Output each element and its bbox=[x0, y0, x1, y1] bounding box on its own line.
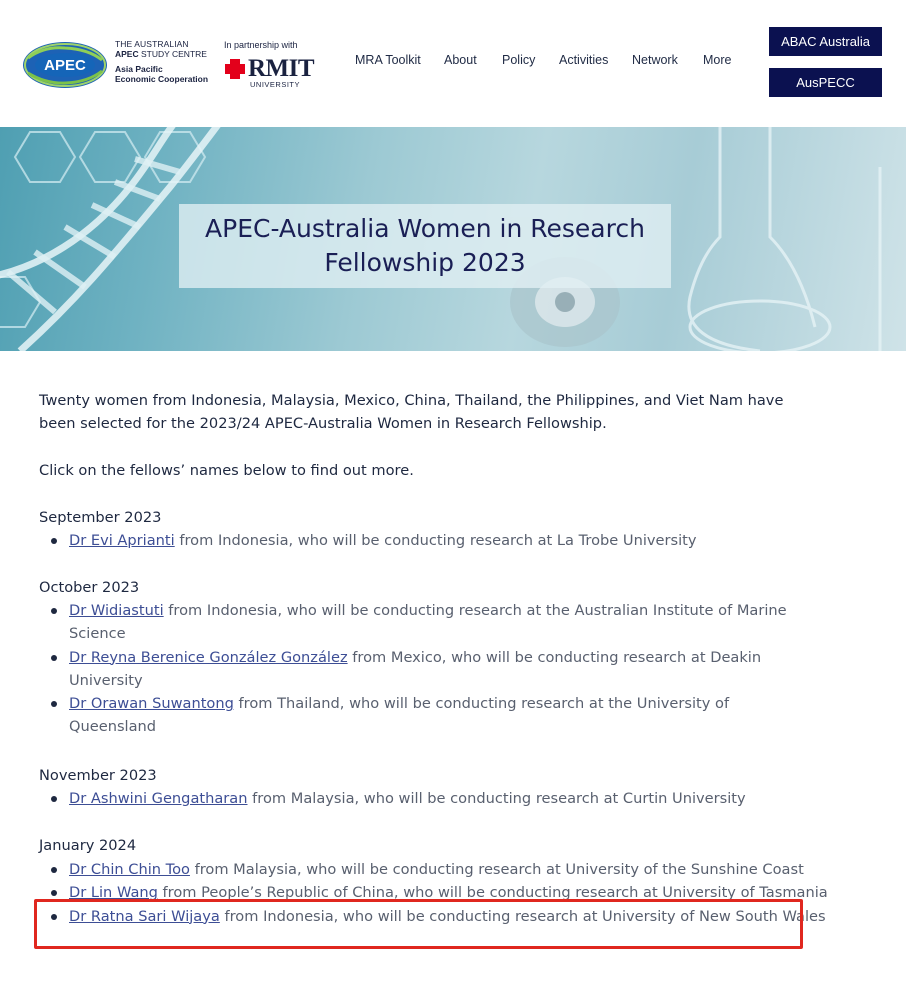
fellow-link[interactable]: Dr Ratna Sari Wijaya bbox=[69, 908, 220, 925]
rmit-logo-text[interactable]: RMIT bbox=[248, 56, 315, 81]
list-item: Dr Chin Chin Too from Malaysia, who will… bbox=[39, 858, 829, 881]
month-heading: November 2023 bbox=[39, 767, 157, 784]
fellow-link[interactable]: Dr Orawan Suwantong bbox=[69, 695, 234, 712]
auspecc-button[interactable]: AusPECC bbox=[769, 68, 882, 97]
fellow-link[interactable]: Dr Widiastuti bbox=[69, 602, 164, 619]
list-item: Dr Evi Aprianti from Indonesia, who will… bbox=[39, 529, 829, 552]
intro-paragraph: Twenty women from Indonesia, Malaysia, M… bbox=[39, 392, 784, 433]
abac-australia-button[interactable]: ABAC Australia bbox=[769, 27, 882, 56]
list-item: Dr Reyna Berenice González González from… bbox=[39, 646, 799, 693]
apec-logo[interactable]: APEC bbox=[22, 40, 110, 90]
nav-policy[interactable]: Policy bbox=[502, 53, 535, 67]
fellows-list: Dr Widiastuti from Indonesia, who will b… bbox=[39, 599, 829, 739]
hero-banner: APEC-Australia Women in Research Fellows… bbox=[0, 127, 906, 351]
site-header: APEC THE AUSTRALIAN APEC STUDY CENTRE As… bbox=[0, 0, 906, 127]
nav-more[interactable]: More bbox=[703, 53, 731, 67]
month-heading: September 2023 bbox=[39, 509, 162, 526]
org-line-3: Asia Pacific bbox=[115, 64, 163, 74]
rmit-university-text: UNIVERSITY bbox=[250, 80, 301, 89]
nav-activities[interactable]: Activities bbox=[559, 53, 608, 67]
org-line-4: Economic Cooperation bbox=[115, 73, 209, 84]
list-item: Dr Orawan Suwantong from Thailand, who w… bbox=[39, 692, 789, 739]
list-item: Dr Ratna Sari Wijaya from Indonesia, who… bbox=[39, 905, 849, 928]
fellow-link[interactable]: Dr Evi Aprianti bbox=[69, 532, 175, 549]
fellow-link[interactable]: Dr Reyna Berenice González González bbox=[69, 649, 348, 666]
fellows-list: Dr Evi Aprianti from Indonesia, who will… bbox=[39, 529, 829, 552]
fellows-list: Dr Chin Chin Too from Malaysia, who will… bbox=[39, 858, 829, 928]
page-title: APEC-Australia Women in Research Fellows… bbox=[179, 204, 671, 288]
partner-label: In partnership with bbox=[224, 40, 298, 50]
month-heading: January 2024 bbox=[39, 837, 137, 854]
list-item: Dr Widiastuti from Indonesia, who will b… bbox=[39, 599, 789, 646]
org-line-1: THE AUSTRALIAN bbox=[115, 39, 189, 49]
fellow-link[interactable]: Dr Chin Chin Too bbox=[69, 861, 190, 878]
fellow-link[interactable]: Dr Lin Wang bbox=[69, 884, 158, 901]
month-heading: October 2023 bbox=[39, 579, 140, 596]
apec-study-centre-text: THE AUSTRALIAN APEC STUDY CENTRE Asia Pa… bbox=[115, 40, 219, 83]
apec-logo-text: APEC bbox=[44, 57, 86, 74]
nav-network[interactable]: Network bbox=[632, 53, 678, 67]
list-item: Dr Ashwini Gengatharan from Malaysia, wh… bbox=[39, 787, 829, 810]
fellow-link[interactable]: Dr Ashwini Gengatharan bbox=[69, 790, 248, 807]
fellows-list: Dr Ashwini Gengatharan from Malaysia, wh… bbox=[39, 787, 829, 810]
nav-mra-toolkit[interactable]: MRA Toolkit bbox=[355, 53, 421, 67]
page-title-line-1: APEC-Australia Women in Research bbox=[205, 214, 645, 243]
partner-block: In partnership with RMIT UNIVERSITY bbox=[224, 40, 315, 89]
click-instruction: Click on the fellows’ names below to fin… bbox=[39, 462, 414, 479]
rmit-pixel-icon bbox=[225, 59, 245, 79]
list-item: Dr Lin Wang from People’s Republic of Ch… bbox=[39, 881, 829, 904]
page-title-line-2: Fellowship 2023 bbox=[324, 248, 526, 277]
org-line-2: APEC STUDY CENTRE bbox=[115, 48, 207, 59]
nav-about[interactable]: About bbox=[444, 53, 477, 67]
